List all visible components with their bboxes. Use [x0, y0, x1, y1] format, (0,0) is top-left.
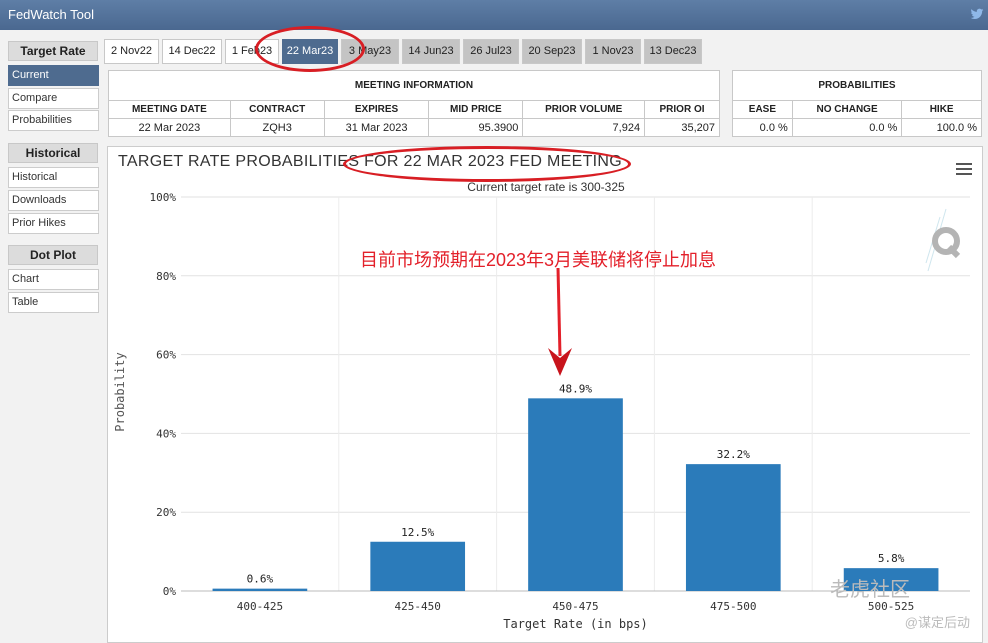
tab-1-nov23[interactable]: 1 Nov23 — [585, 39, 641, 64]
sidebar: Target Rate Current Compare Probabilitie… — [0, 30, 100, 643]
y-tick-label: 0% — [163, 585, 177, 598]
meeting-date-value: 22 Mar 2023 — [108, 118, 231, 137]
x-tick-label: 400-425 — [237, 600, 283, 613]
sidebar-item-probabilities[interactable]: Probabilities — [8, 110, 99, 131]
meeting-info-title: MEETING INFORMATION — [108, 70, 720, 101]
sidebar-item-downloads[interactable]: Downloads — [8, 190, 99, 211]
x-tick-label: 475-500 — [710, 600, 756, 613]
y-tick-label: 20% — [156, 506, 176, 519]
watermark-subtext: @谋定后动 — [904, 615, 970, 630]
highlight-ellipse-tab — [255, 26, 365, 72]
sidebar-section-target-rate[interactable]: Target Rate — [8, 41, 98, 61]
col-ease: EASE — [732, 100, 793, 119]
x-tick-label: 425-450 — [395, 600, 441, 613]
no-change-value: 0.0 % — [791, 118, 903, 137]
x-tick-label: 450-475 — [552, 600, 598, 613]
sidebar-item-chart[interactable]: Chart — [8, 269, 99, 290]
ease-value: 0.0 % — [732, 118, 793, 137]
col-no-change: NO CHANGE — [791, 100, 903, 119]
contract-value: ZQH3 — [229, 118, 325, 137]
data-label: 5.8% — [878, 552, 905, 565]
sidebar-section-historical[interactable]: Historical — [8, 143, 98, 163]
tab-14-jun23[interactable]: 14 Jun23 — [402, 39, 460, 64]
col-meeting-date: MEETING DATE — [108, 100, 231, 119]
sidebar-item-historical[interactable]: Historical — [8, 167, 99, 188]
app-titlebar: FedWatch Tool — [0, 0, 988, 30]
y-axis-title: Probability — [113, 352, 127, 431]
y-tick-label: 100% — [150, 191, 177, 204]
meeting-info-table: MEETING INFORMATION MEETING DATE CONTRAC… — [108, 70, 720, 137]
col-prior-oi: PRIOR OI — [644, 100, 720, 119]
probabilities-table: PROBABILITIES EASE NO CHANGE HIKE 0.0 % … — [732, 70, 982, 137]
prior-oi-value: 35,207 — [644, 118, 720, 137]
col-mid-price: MID PRICE — [428, 100, 524, 119]
y-tick-label: 40% — [156, 427, 176, 440]
mid-price-value: 95.3900 — [428, 118, 524, 137]
highlight-ellipse-title — [343, 146, 631, 182]
bird-icon[interactable] — [970, 7, 984, 21]
sidebar-item-current[interactable]: Current — [8, 65, 99, 86]
bar-475-500 — [685, 464, 781, 591]
probability-bar-chart: 0% 20% 40% 60% 80% 100% 0.6% 400-425 12.5% 425-45… — [113, 191, 970, 631]
data-label: 32.2% — [717, 448, 750, 461]
watermark-text: 老虎社区 — [830, 579, 910, 601]
annotation-text: 目前市场预期在2023年3月美联储将停止加息 — [360, 250, 717, 270]
col-expires: EXPIRES — [323, 100, 430, 119]
sidebar-item-compare[interactable]: Compare — [8, 88, 99, 109]
data-label: 12.5% — [401, 526, 434, 539]
hike-value: 100.0 % — [901, 118, 982, 137]
expires-value: 31 Mar 2023 — [323, 118, 430, 137]
data-label: 0.6% — [247, 573, 274, 586]
app-title: FedWatch Tool — [8, 7, 94, 22]
bar-425-450 — [370, 541, 466, 591]
tab-20-sep23[interactable]: 20 Sep23 — [522, 39, 582, 64]
tab-13-dec23[interactable]: 13 Dec23 — [644, 39, 702, 64]
sidebar-section-dot-plot[interactable]: Dot Plot — [8, 245, 98, 265]
sidebar-item-table[interactable]: Table — [8, 292, 99, 313]
x-axis-title: Target Rate (in bps) — [503, 617, 648, 631]
chart-panel: TARGET RATE PROBABILITIES FOR 22 MAR 202… — [107, 146, 983, 643]
annotation-arrow-icon — [548, 268, 572, 376]
bar-400-425 — [212, 588, 308, 591]
tab-2-nov22[interactable]: 2 Nov22 — [104, 39, 159, 64]
y-tick-label: 60% — [156, 349, 176, 362]
col-hike: HIKE — [901, 100, 982, 119]
prior-volume-value: 7,924 — [522, 118, 646, 137]
tab-26-jul23[interactable]: 26 Jul23 — [463, 39, 519, 64]
sidebar-item-prior-hikes[interactable]: Prior Hikes — [8, 213, 99, 234]
tab-14-dec22[interactable]: 14 Dec22 — [162, 39, 222, 64]
col-prior-volume: PRIOR VOLUME — [522, 100, 646, 119]
col-contract: CONTRACT — [229, 100, 325, 119]
data-label: 48.9% — [559, 382, 592, 395]
bar-450-475 — [528, 398, 623, 591]
probabilities-title: PROBABILITIES — [732, 70, 982, 101]
y-tick-label: 80% — [156, 270, 176, 283]
